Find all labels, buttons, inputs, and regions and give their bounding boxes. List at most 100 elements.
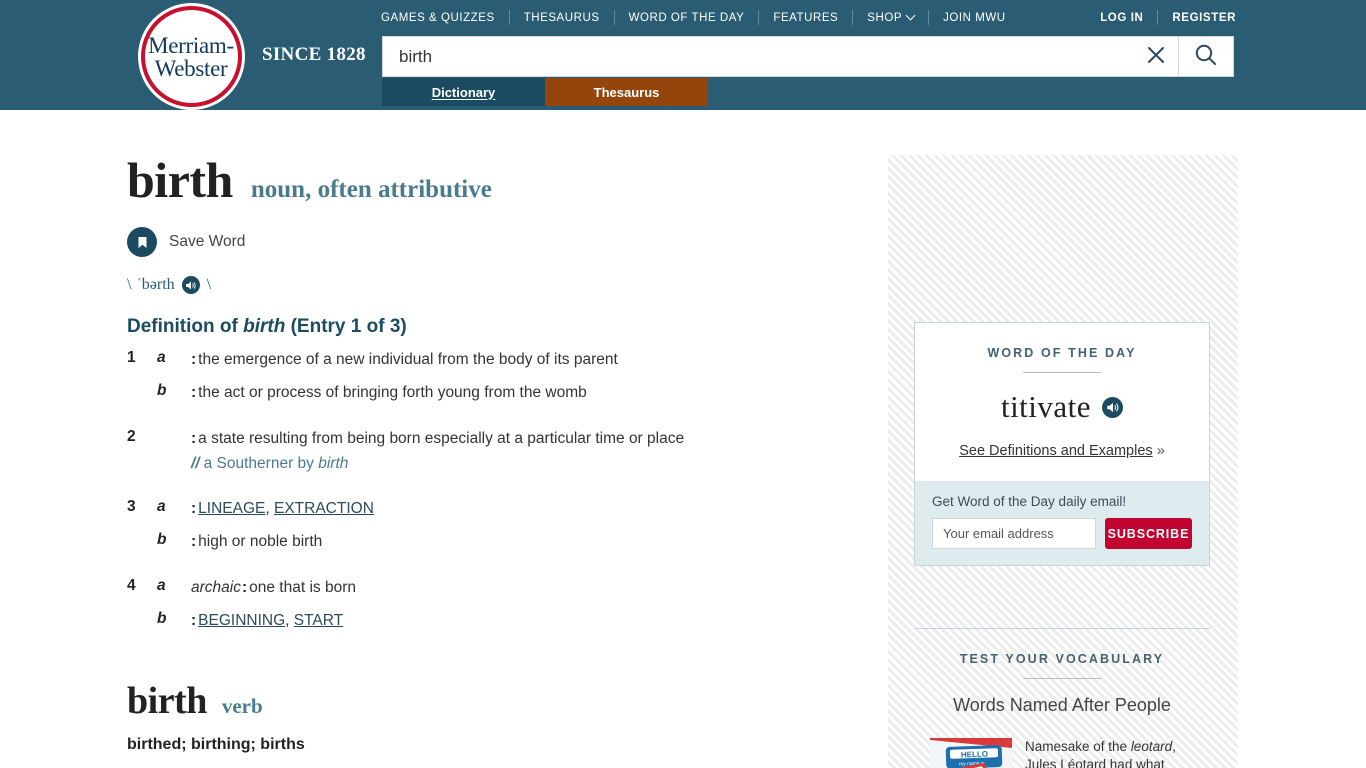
sense-number: 2 [127,427,136,445]
search-submit-button[interactable] [1178,37,1233,76]
sense-text: : LINEAGE, EXTRACTION [191,497,857,520]
sense-letter: b [157,609,167,627]
since-tagline: SINCE 1828 [262,44,366,65]
synonym-separator: , [285,611,294,629]
quiz-question-text: Namesake of the leotard, Jules Léotard h… [1025,738,1194,768]
nav-item-join-mwu[interactable]: JOIN MWU [929,12,1020,24]
entry-2-header: birth verb [127,682,857,720]
dictionary-entry-column: birth noun, often attributive Save Word … [127,155,857,754]
synonym-link-extraction[interactable]: EXTRACTION [274,500,374,517]
tab-dictionary-label: Dictionary [431,84,496,100]
logo-line-1: Merriam- [148,32,234,58]
chevron-down-icon [905,10,916,20]
nav-item-features[interactable]: FEATURES [759,12,852,24]
nametag-image: HELLO my name is HELLO my name is [930,738,1012,768]
divider [1023,372,1101,373]
sense-text: : the emergence of a new individual from … [191,348,857,371]
nav-item-shop[interactable]: SHOP [853,10,928,24]
entry-2-inflections: birthed; birthing; births [127,736,305,753]
sense-letter: b [157,531,167,549]
pronunciation-close-slash: \ [206,276,212,293]
sense-number: 4 [127,576,136,594]
sense-colon: : [191,384,197,402]
sense-letter: a [157,498,166,515]
sense-text: :a state resulting from being born espec… [191,427,857,476]
sense-number: 1 [127,349,136,366]
svg-text:HELLO: HELLO [961,750,988,760]
word-of-the-day-link-row: See Definitions and Examples » [915,443,1209,481]
pronunciation: \ ˈbərth \ [127,276,857,294]
nav-item-games-quizzes[interactable]: GAMES & QUIZZES [381,12,509,24]
usage-label-archaic: archaic [191,578,241,596]
sense-colon: : [191,351,197,368]
sense-definition: one that is born [249,578,356,596]
sense-definition: a state resulting from being born especi… [198,429,685,447]
save-word-button[interactable]: Save Word [127,227,857,257]
definition-heading-word: birth [243,316,286,337]
entry-2-verb: birth verb birthed; birthing; births [127,682,857,754]
sense-colon: : [191,533,197,551]
clear-search-button[interactable] [1134,37,1178,76]
speaker-icon[interactable] [181,276,200,294]
word-of-the-day-eyebrow: WORD OF THE DAY [987,346,1137,360]
example-keyword: birth [318,454,349,472]
sense-number-spacer [127,381,157,404]
sense-number-spacer [127,530,157,553]
sense-colon: : [241,578,248,596]
quiz-question-keyword: leotard [1130,739,1173,754]
see-definitions-and-examples-link[interactable]: See Definitions and Examples [959,443,1152,459]
sense-text: : the act or process of bringing forth yo… [191,381,857,404]
subscribe-button[interactable]: SUBSCRIBE [1105,518,1192,549]
sense-colon: : [191,429,197,447]
synonym-link-beginning[interactable]: BEGINNING [198,612,285,629]
tab-dictionary[interactable]: Dictionary [382,78,545,106]
search-input[interactable] [383,37,1134,76]
entry-2-part-of-speech: verb [221,694,263,718]
nav-item-word-of-the-day[interactable]: WORD OF THE DAY [615,12,759,24]
auth-nav: LOG IN REGISTER [1086,8,1236,27]
sense-number: 3 [127,498,136,515]
synonym-link-start[interactable]: START [294,612,343,629]
synonym-separator: , [265,500,274,517]
page-body: birth noun, often attributive Save Word … [0,110,1366,768]
subscribe-form: SUBSCRIBE [932,518,1192,549]
verbal-illustration: //a Southerner by birth [191,452,857,475]
definition-heading-pre: Definition of [127,316,244,337]
sense-definition: the emergence of a new individual from t… [198,351,618,368]
merriam-webster-logo[interactable]: Merriam- Webster [128,5,254,108]
logo-circle: Merriam- Webster [128,5,254,108]
sense-row: 2 :a state resulting from being born esp… [127,427,857,476]
page-title: birth [127,152,233,208]
email-field[interactable] [932,518,1096,549]
entry-2-headword: birth [127,680,207,722]
speaker-icon[interactable] [1102,396,1124,418]
word-of-the-day-word[interactable]: titivate [1001,389,1091,425]
sense-letter: a [157,576,166,594]
quiz-question-row: HELLO my name is HELLO my name is Namesa… [914,738,1210,768]
tab-thesaurus-label: Thesaurus [593,84,660,100]
word-of-the-day-word-row: titivate [915,389,1209,425]
synonym-link-lineage[interactable]: LINEAGE [198,500,265,517]
sense-row: 4 a archaic: one that is born [127,576,857,599]
entry-header: birth noun, often attributive [127,155,857,205]
right-sidebar: WORD OF THE DAY titivate See Definitions… [888,155,1238,768]
search-icon [1193,42,1219,71]
sense-colon: : [191,611,197,629]
tab-thesaurus[interactable]: Thesaurus [545,78,708,106]
subscribe-section: Get Word of the Day daily email! SUBSCRI… [915,481,1209,565]
definition-heading-post: (Entry 1 of 3) [285,316,407,337]
register-link[interactable]: REGISTER [1158,12,1236,24]
close-icon [1145,44,1167,69]
log-in-link[interactable]: LOG IN [1086,12,1157,24]
search-bar [382,36,1234,77]
sense-list: 1 a : the emergence of a new individual f… [127,348,857,632]
example-marker: // [191,454,200,472]
divider [1023,678,1101,679]
save-word-label: Save Word [169,233,246,250]
subscribe-label: Get Word of the Day daily email! [932,494,1127,509]
bookmark-icon [127,227,157,257]
sense-number-spacer [127,609,157,632]
link-chevron: » [1156,443,1165,459]
sense-row: b : BEGINNING, START [127,609,857,632]
nav-item-thesaurus[interactable]: THESAURUS [510,12,614,24]
